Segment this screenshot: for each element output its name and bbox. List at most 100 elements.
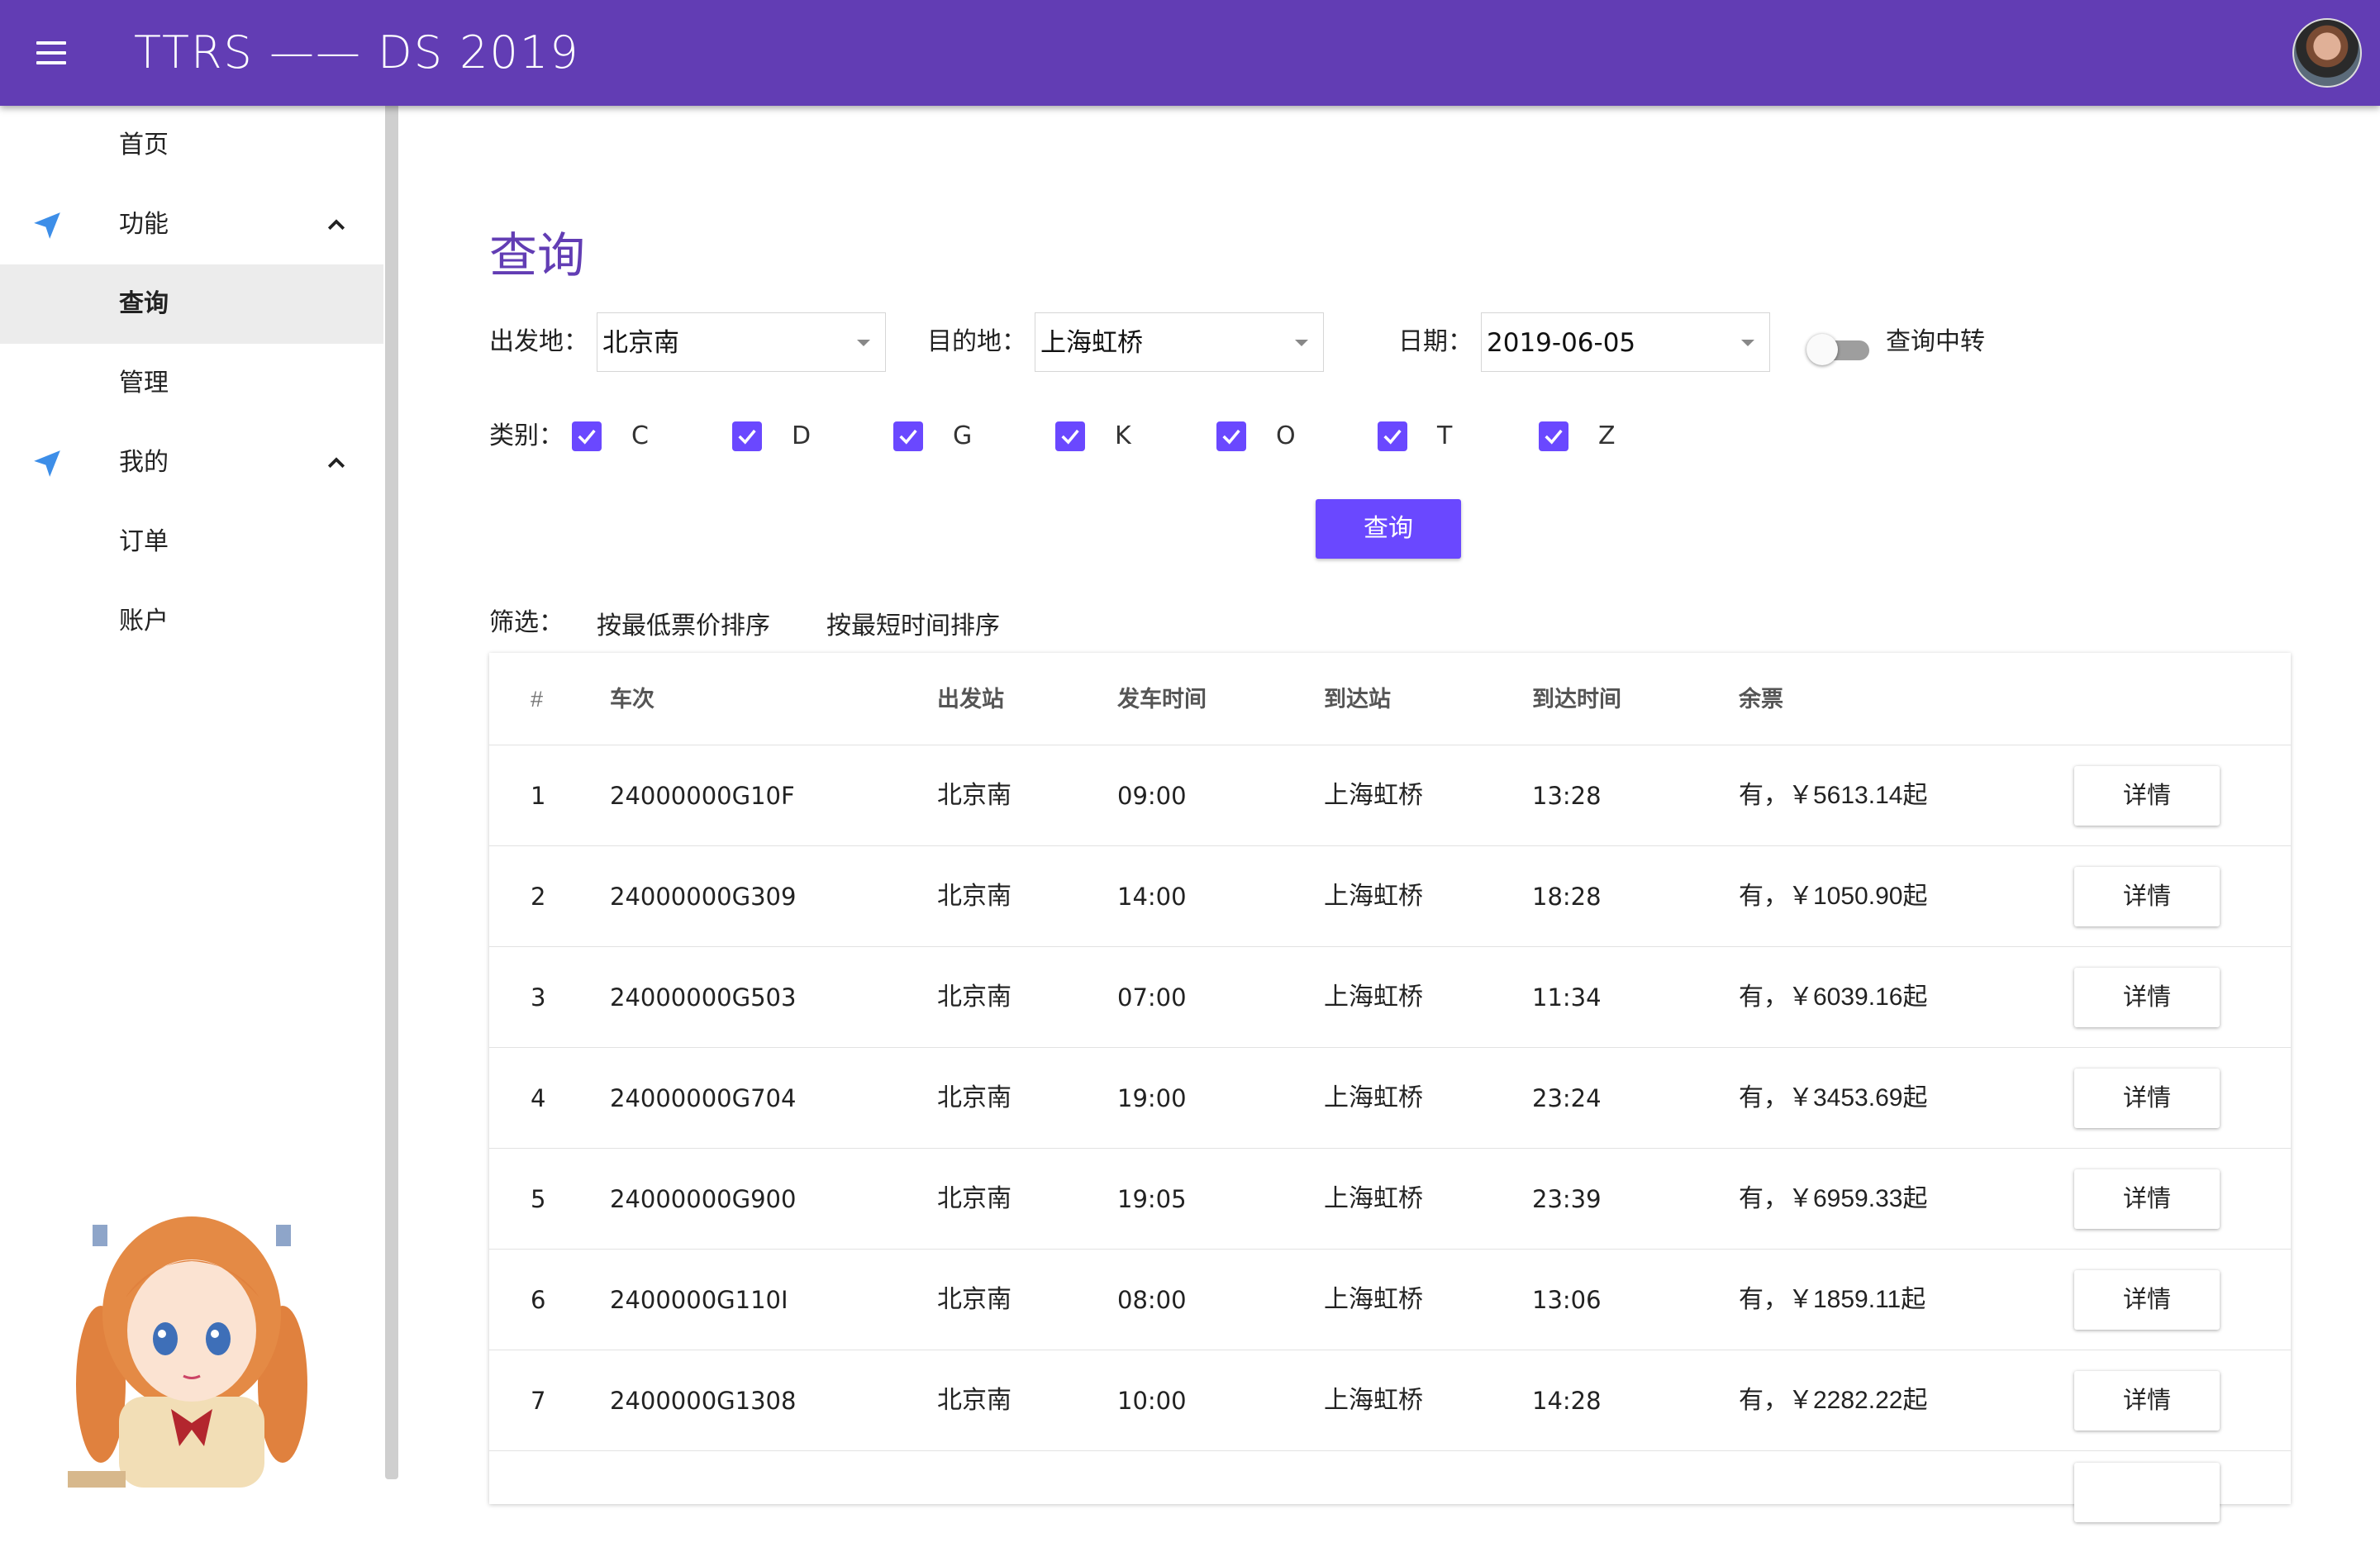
cell-train: 24000000G900 (610, 1185, 797, 1213)
search-button[interactable]: 查询 (1316, 499, 1461, 559)
cell-tickets: 有，￥6959.33起 (1739, 1185, 1928, 1212)
cell-from: 北京南 (937, 883, 1011, 910)
cell-arrive-time: 14:28 (1532, 1387, 1602, 1415)
cell-from: 北京南 (937, 782, 1011, 809)
checkbox-label: O (1276, 421, 1296, 450)
table-row: 5 24000000G900 北京南 19:05 上海虹桥 23:39 有，￥6… (489, 1149, 2291, 1250)
cell-train: 2400000G110I (610, 1286, 788, 1314)
detail-button-partial[interactable] (2074, 1463, 2220, 1522)
cell-index: 6 (531, 1286, 546, 1314)
transfer-toggle[interactable] (1806, 332, 1873, 365)
chevron-up-icon[interactable] (324, 451, 349, 476)
checkbox-checked[interactable] (732, 421, 762, 451)
cell-from: 北京南 (937, 1387, 1011, 1414)
sidebar-item-manage[interactable]: 管理 (0, 344, 383, 423)
cell-train: 24000000G10F (610, 782, 795, 810)
detail-button[interactable]: 详情 (2074, 1069, 2220, 1128)
sidebar-item-label: 首页 (119, 131, 169, 159)
page-title: 查询 (489, 229, 586, 283)
cell-depart-time: 09:00 (1117, 782, 1187, 810)
dropdown-arrow-icon (857, 340, 870, 346)
cell-tickets: 有，￥2282.22起 (1739, 1387, 1928, 1414)
detail-button[interactable]: 详情 (2074, 1270, 2220, 1330)
category-label: 类别： (489, 422, 564, 450)
filter-label: 筛选： (489, 609, 564, 636)
column-header-to: 到达站 (1324, 687, 1391, 712)
chevron-up-icon[interactable] (324, 213, 349, 238)
sidebar-group-mine[interactable]: 我的 (0, 423, 383, 502)
cell-arrive-time: 11:34 (1532, 983, 1602, 1012)
cell-index: 5 (531, 1185, 546, 1213)
cell-index: 3 (531, 983, 546, 1012)
sort-by-price-button[interactable]: 按最低票价排序 (597, 605, 770, 641)
sort-by-time-button[interactable]: 按最短时间排序 (826, 605, 1000, 641)
avatar[interactable] (2292, 18, 2362, 88)
dropdown-arrow-icon (1741, 340, 1754, 346)
checkmark-icon (1222, 429, 1240, 445)
table-row: 6 2400000G110I 北京南 08:00 上海虹桥 13:06 有，￥1… (489, 1250, 2291, 1350)
column-header-arrive-time: 到达时间 (1532, 687, 1621, 712)
cell-from: 北京南 (937, 1084, 1011, 1112)
sidebar-group-functions[interactable]: 功能 (0, 185, 383, 264)
menu-icon[interactable] (33, 36, 69, 69)
cell-depart-time: 10:00 (1117, 1387, 1187, 1415)
from-select[interactable]: 北京南 (597, 312, 886, 372)
detail-button[interactable]: 详情 (2074, 1169, 2220, 1229)
cell-arrive-time: 18:28 (1532, 883, 1602, 911)
cell-arrive-time: 23:24 (1532, 1084, 1602, 1112)
cell-train: 24000000G704 (610, 1084, 797, 1112)
checkbox-checked[interactable] (1055, 421, 1085, 451)
navigation-arrow-icon (34, 450, 60, 477)
checkbox-checked[interactable] (1378, 421, 1407, 451)
cell-to: 上海虹桥 (1324, 1387, 1423, 1414)
date-select-value: 2019-06-05 (1487, 328, 1636, 358)
app-bar: TTRS —— DS 2019 (0, 0, 2380, 106)
cell-from: 北京南 (937, 983, 1011, 1011)
app-title: TTRS —— DS 2019 (134, 26, 580, 79)
detail-button[interactable]: 详情 (2074, 867, 2220, 926)
to-select-value: 上海虹桥 (1040, 328, 1143, 357)
column-header-train: 车次 (610, 687, 654, 712)
cell-index: 2 (531, 883, 546, 911)
from-label: 出发地： (489, 328, 588, 355)
checkbox-label: K (1115, 421, 1131, 450)
checkmark-icon (1383, 429, 1402, 445)
cell-index: 1 (531, 782, 546, 810)
cell-to: 上海虹桥 (1324, 983, 1423, 1011)
checkmark-icon (578, 429, 596, 445)
checkbox-label: Z (1598, 421, 1616, 450)
sidebar-item-account[interactable]: 账户 (0, 582, 383, 661)
checkbox-checked[interactable] (572, 421, 602, 451)
checkbox-checked[interactable] (1539, 421, 1568, 451)
checkbox-checked[interactable] (893, 421, 923, 451)
cell-from: 北京南 (937, 1185, 1011, 1212)
dropdown-arrow-icon (1295, 340, 1308, 346)
sidebar-item-query[interactable]: 查询 (0, 264, 383, 344)
cell-index: 7 (531, 1387, 546, 1415)
sidebar-scrollbar[interactable] (385, 106, 398, 1479)
checkbox-label: T (1437, 421, 1453, 450)
table-row: 4 24000000G704 北京南 19:00 上海虹桥 23:24 有，￥3… (489, 1048, 2291, 1149)
cell-to: 上海虹桥 (1324, 1185, 1423, 1212)
date-select[interactable]: 2019-06-05 (1481, 312, 1770, 372)
cell-to: 上海虹桥 (1324, 1084, 1423, 1112)
cell-from: 北京南 (937, 1286, 1011, 1313)
detail-button[interactable]: 详情 (2074, 968, 2220, 1027)
to-select[interactable]: 上海虹桥 (1035, 312, 1324, 372)
sidebar-item-label: 管理 (119, 369, 169, 397)
sidebar-item-home[interactable]: 首页 (0, 106, 383, 185)
checkbox-checked[interactable] (1216, 421, 1246, 451)
detail-button[interactable]: 详情 (2074, 1371, 2220, 1431)
table-header: # 车次 出发站 发车时间 到达站 到达时间 余票 (489, 653, 2291, 745)
cell-tickets: 有，￥6039.16起 (1739, 983, 1928, 1011)
sidebar-item-label: 我的 (119, 449, 169, 476)
sidebar-item-label: 订单 (119, 528, 169, 555)
cell-arrive-time: 23:39 (1532, 1185, 1602, 1213)
cell-tickets: 有，￥5613.14起 (1739, 782, 1928, 809)
cell-train: 24000000G309 (610, 883, 797, 911)
checkbox-label: C (631, 421, 649, 450)
table-row: 1 24000000G10F 北京南 09:00 上海虹桥 13:28 有，￥5… (489, 745, 2291, 846)
detail-button[interactable]: 详情 (2074, 766, 2220, 826)
sidebar-item-orders[interactable]: 订单 (0, 502, 383, 582)
cell-tickets: 有，￥1050.90起 (1739, 883, 1928, 910)
